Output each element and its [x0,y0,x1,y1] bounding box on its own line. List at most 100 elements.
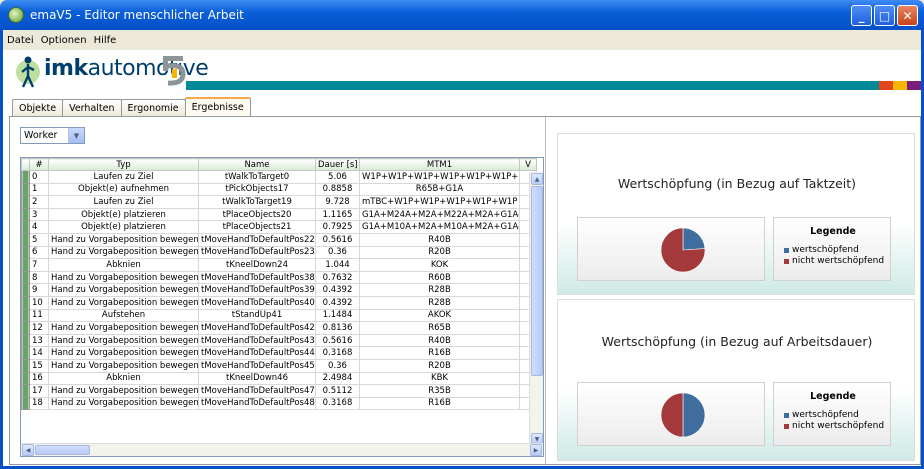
tab-objekte[interactable]: Objekte [12,99,64,116]
scroll-thumb[interactable] [531,186,543,376]
table-cell[interactable]: Hand zu Vorgabeposition bewegen [48,396,199,411]
table-cell[interactable]: 2.4984 [315,371,360,386]
table-cell[interactable]: Abknien [48,258,199,272]
table-cell[interactable]: R40B [359,333,520,348]
table-row[interactable]: 17 Hand zu Vorgabeposition bewegen tMoveHa… [21,384,537,398]
table-row[interactable]: 11 Aufstehen tStandUp41 1.1484 AKOK [21,308,537,323]
table-cell[interactable]: 0.5616 [315,333,360,348]
table-cell[interactable]: tPlaceObjects21 [198,220,316,234]
table-cell[interactable]: 0 [29,170,49,184]
table-row[interactable]: 3 Objekt(e) platzieren tPlaceObjects20 1.11… [21,207,537,222]
table-cell[interactable]: tPickObjects17 [198,182,316,197]
row-header[interactable] [21,295,30,310]
table-row[interactable]: 2 Laufen zu Ziel tWalkToTarget19 9.728 mTBC+… [21,195,537,209]
table-cell[interactable]: Hand zu Vorgabeposition bewegen [48,333,199,348]
table-row[interactable]: 5 Hand zu Vorgabeposition bewegen tMoveHan… [21,232,537,247]
scroll-thumb[interactable] [35,445,90,455]
row-header[interactable] [21,396,30,411]
table-cell[interactable]: 6 [29,245,49,260]
scroll-up-icon[interactable]: ▲ [531,173,543,185]
table-cell[interactable]: 3 [29,207,49,222]
table-cell[interactable]: W1P+W1P+W1P+W1P+W1P+W1P+ [359,170,520,184]
scroll-right-icon[interactable]: ▶ [530,444,542,456]
col-header[interactable]: Typ [48,158,199,171]
table-cell[interactable]: 0.4392 [315,295,360,310]
table-cell[interactable]: KBK [359,371,520,386]
table-row[interactable]: 0 Laufen zu Ziel tWalkToTarget0 5.06 W1P+W1P… [21,170,537,184]
table-cell[interactable]: tKneelDown24 [198,258,316,272]
table-cell[interactable]: tPlaceObjects20 [198,207,316,222]
table-cell[interactable]: tKneelDown46 [198,371,316,386]
table-cell[interactable]: R35B [359,384,520,398]
table-cell[interactable]: tMoveHandToDefaultPos47 [198,384,316,398]
table-row[interactable]: 12 Hand zu Vorgabeposition bewegen tMoveHa… [21,321,537,335]
table-cell[interactable]: tMoveHandToDefaultPos42 [198,321,316,335]
table-cell[interactable]: 0.4392 [315,283,360,297]
table-cell[interactable]: Hand zu Vorgabeposition bewegen [48,358,199,373]
table-row[interactable]: 8 Hand zu Vorgabeposition bewegen tMoveHan… [21,270,537,285]
table-cell[interactable]: 4 [29,220,49,234]
table-row[interactable]: 18 Hand zu Vorgabeposition bewegen tMoveHa… [21,396,537,411]
row-header[interactable] [21,207,30,222]
tab-ergonomie[interactable]: Ergonomie [120,99,186,116]
table-cell[interactable]: 13 [29,333,49,348]
table-cell[interactable]: Hand zu Vorgabeposition bewegen [48,321,199,335]
row-header[interactable] [21,258,30,272]
table-cell[interactable]: 12 [29,321,49,335]
table-cell[interactable]: R28B [359,295,520,310]
table-cell[interactable]: 14 [29,346,49,360]
table-cell[interactable]: 0.3168 [315,396,360,411]
table-cell[interactable]: 0.5616 [315,232,360,247]
table-row[interactable]: 1 Objekt(e) aufnehmen tPickObjects17 0.8858… [21,182,537,197]
row-header[interactable] [21,220,30,234]
vertical-scrollbar[interactable]: ▲ ▼ [529,172,543,446]
row-header[interactable] [21,384,30,398]
table-cell[interactable]: 2 [29,195,49,209]
col-header[interactable]: Name [198,158,316,171]
table-cell[interactable]: 1.1165 [315,207,360,222]
table-row[interactable]: 16 Abknien tKneelDown46 2.4984 KBK [21,371,537,386]
table-cell[interactable]: Hand zu Vorgabeposition bewegen [48,283,199,297]
table-cell[interactable]: KOK [359,258,520,272]
table-cell[interactable]: Hand zu Vorgabeposition bewegen [48,346,199,360]
table-cell[interactable]: 0.5112 [315,384,360,398]
table-cell[interactable]: tMoveHandToDefaultPos44 [198,346,316,360]
table-cell[interactable]: Laufen zu Ziel [48,195,199,209]
row-header[interactable] [21,308,30,323]
row-header[interactable] [21,283,30,297]
table-cell[interactable]: 18 [29,396,49,411]
table-cell[interactable]: 0.36 [315,245,360,260]
table-cell[interactable]: 0.8858 [315,182,360,197]
table-cell[interactable]: Aufstehen [48,308,199,323]
table-cell[interactable]: R60B [359,270,520,285]
tab-ergebnisse[interactable]: Ergebnisse [184,97,251,116]
table-cell[interactable]: tWalkToTarget19 [198,195,316,209]
table-cell[interactable]: 5 [29,232,49,247]
worker-select[interactable]: Worker ▼ [20,127,85,144]
table-cell[interactable]: 0.7632 [315,270,360,285]
table-cell[interactable]: 17 [29,384,49,398]
table-cell[interactable]: tMoveHandToDefaultPos43 [198,333,316,348]
row-header[interactable] [21,333,30,348]
table-cell[interactable]: Hand zu Vorgabeposition bewegen [48,295,199,310]
horizontal-scrollbar[interactable]: ◀ ▶ [21,443,543,456]
col-header[interactable]: MTM1 [359,158,520,171]
minimize-button[interactable]: _ [851,5,872,26]
table-cell[interactable]: Hand zu Vorgabeposition bewegen [48,245,199,260]
row-header[interactable] [21,170,30,184]
table-cell[interactable]: Objekt(e) platzieren [48,220,199,234]
table-cell[interactable]: tMoveHandToDefaultPos38 [198,270,316,285]
table-cell[interactable]: R65B [359,321,520,335]
table-cell[interactable]: Hand zu Vorgabeposition bewegen [48,270,199,285]
table-cell[interactable]: Hand zu Vorgabeposition bewegen [48,232,199,247]
col-header[interactable]: Dauer [s] [315,158,360,171]
table-cell[interactable]: tMoveHandToDefaultPos48 [198,396,316,411]
table-row[interactable]: 14 Hand zu Vorgabeposition bewegen tMoveHa… [21,346,537,360]
chevron-down-icon[interactable]: ▼ [68,128,84,143]
table-cell[interactable]: 8 [29,270,49,285]
table-row[interactable]: 10 Hand zu Vorgabeposition bewegen tMoveHa… [21,295,537,310]
row-header[interactable] [21,195,30,209]
table-row[interactable]: 4 Objekt(e) platzieren tPlaceObjects21 0.79… [21,220,537,234]
table-cell[interactable]: 9 [29,283,49,297]
table-cell[interactable]: R16B [359,396,520,411]
